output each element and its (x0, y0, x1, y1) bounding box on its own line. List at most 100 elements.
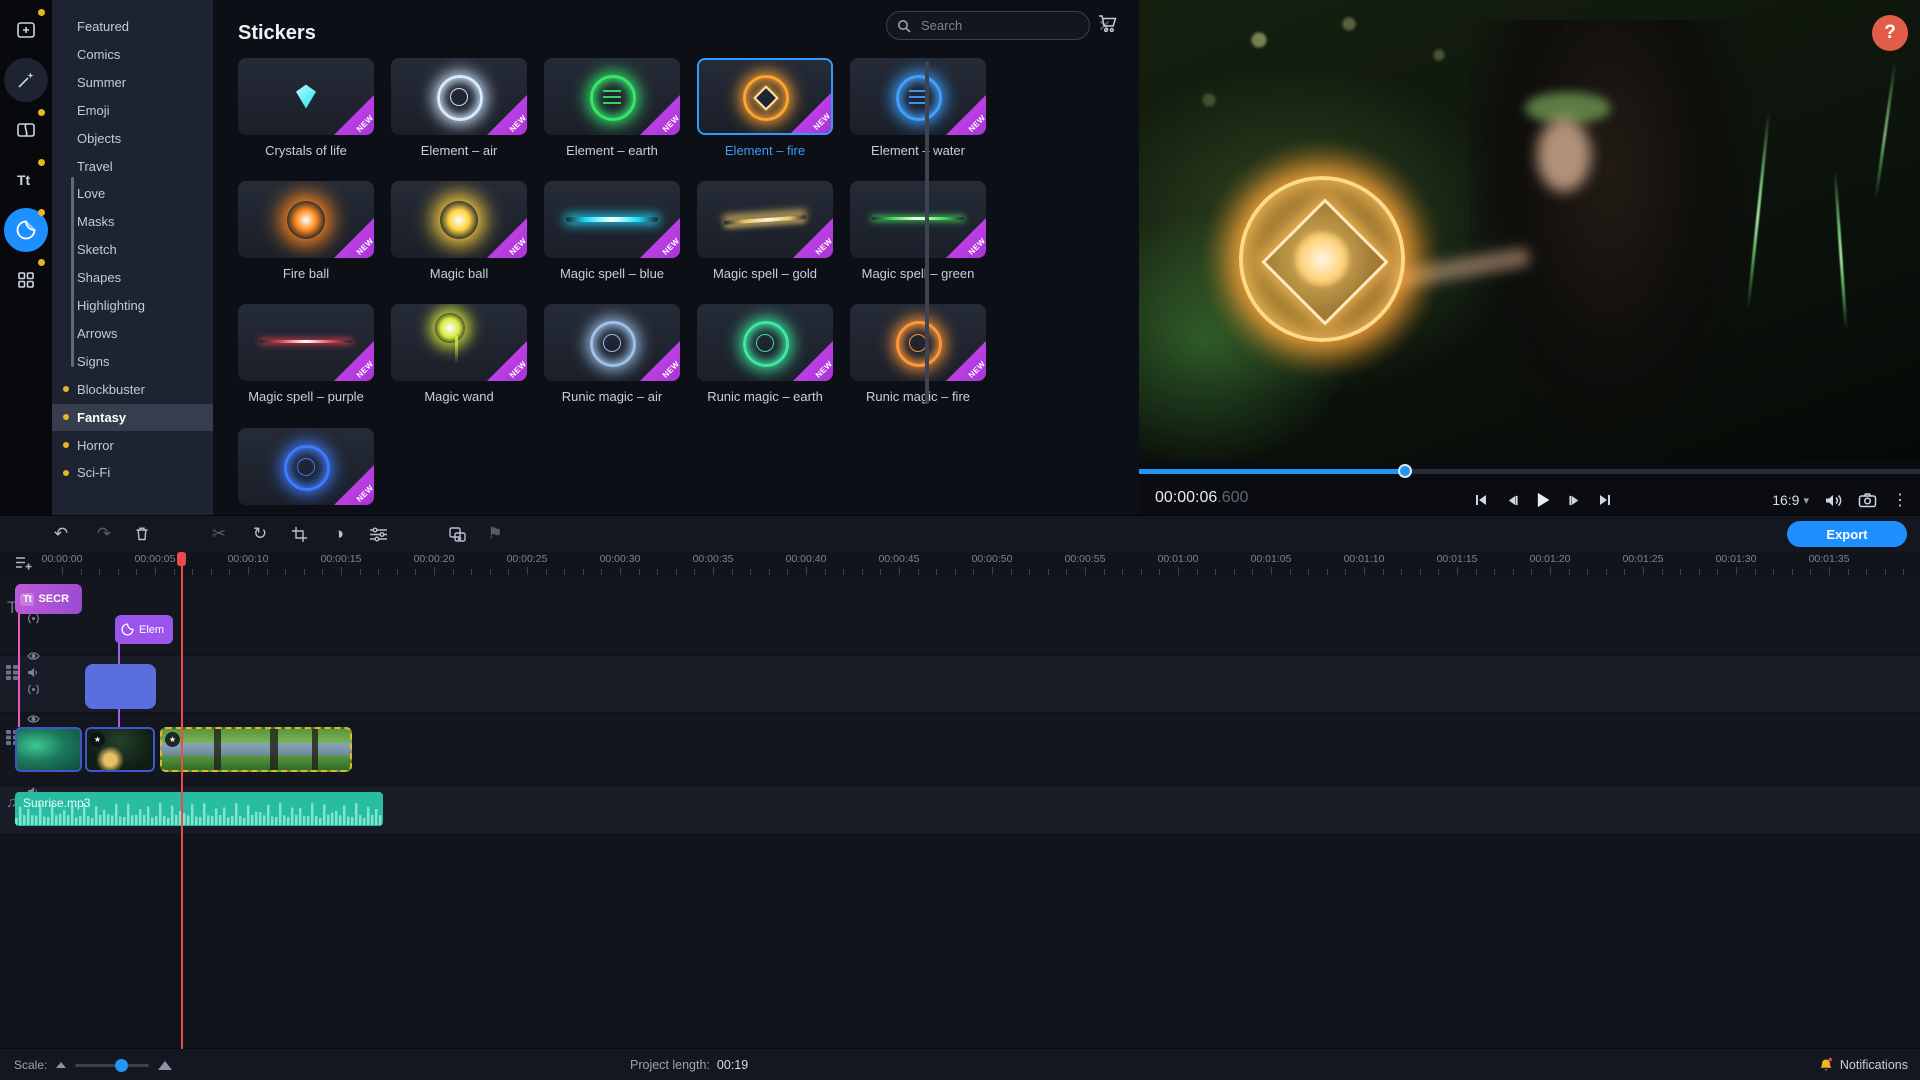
video-clip-2[interactable]: ★ (85, 727, 155, 772)
sticker-tile-spell-green[interactable]: NEW (850, 181, 986, 258)
category-item-featured[interactable]: Featured (52, 13, 213, 40)
tree-trunk (214, 729, 221, 770)
sticker-tile-element-air[interactable]: NEW (391, 58, 527, 135)
zoom-slider-handle[interactable] (115, 1058, 129, 1072)
aspect-ratio-select[interactable]: 16:9 ▾ (1772, 492, 1809, 508)
overlay-track-visibility-icon[interactable] (27, 651, 40, 661)
category-item-highlighting[interactable]: Highlighting (52, 292, 213, 319)
sticker-tile-element-water[interactable]: NEW (850, 58, 986, 135)
play-button[interactable] (1532, 489, 1554, 511)
volume-icon[interactable] (1824, 492, 1843, 509)
seek-bar[interactable] (1139, 464, 1920, 478)
rotate-button[interactable]: ↻ (246, 520, 274, 548)
category-item-love[interactable]: Love (52, 180, 213, 207)
sticker-label: Crystals of life (265, 143, 347, 158)
more-menu-icon[interactable]: ⋮ (1892, 490, 1908, 510)
category-item-comics[interactable]: Comics (52, 41, 213, 68)
zoom-in-icon[interactable] (158, 1060, 173, 1070)
sticker-tile-crystal[interactable]: NEW (238, 58, 374, 135)
video-track-visibility-icon[interactable] (27, 714, 40, 724)
category-item-blockbuster[interactable]: Blockbuster (52, 376, 213, 403)
category-item-summer[interactable]: Summer (52, 69, 213, 96)
sticker-tile-spell-blue[interactable]: NEW (544, 181, 680, 258)
sticker-tile-spell-purple[interactable]: NEW (238, 304, 374, 381)
category-item-signs[interactable]: Signs (52, 348, 213, 375)
playhead-line[interactable] (181, 554, 183, 1049)
sticker-tile-element-earth[interactable]: NEW (544, 58, 680, 135)
category-item-masks[interactable]: Masks (52, 208, 213, 235)
seek-handle[interactable] (1397, 464, 1412, 478)
tool-stickers-button[interactable] (4, 208, 48, 252)
split-scissors-button[interactable]: ✂ (205, 520, 233, 548)
sticker-label: Runic magic – fire (865, 389, 971, 404)
ruler-tick (359, 569, 361, 575)
tool-transitions-button[interactable] (4, 108, 48, 152)
sticker-tile-spell-gold[interactable]: NEW (697, 181, 833, 258)
previous-frame-button[interactable] (1501, 489, 1523, 511)
overlay-track-sync-icon[interactable] (27, 684, 40, 695)
export-button[interactable]: Export (1787, 521, 1907, 547)
category-item-emoji[interactable]: Emoji (52, 97, 213, 124)
clip-properties-button[interactable] (364, 520, 392, 548)
category-item-fantasy[interactable]: Fantasy (52, 403, 213, 431)
overlay-pip-button[interactable] (443, 520, 471, 548)
category-item-shapes[interactable]: Shapes (52, 264, 213, 291)
delete-button[interactable] (128, 520, 156, 548)
tool-titles-button[interactable]: Tt (4, 158, 48, 202)
sticker-tile-magic-ball[interactable]: NEW (391, 181, 527, 258)
sticker-tile-runic-water[interactable]: NEW (238, 428, 374, 505)
tool-filters-button[interactable] (4, 58, 48, 102)
color-adjustments-button[interactable]: ◑ (325, 520, 353, 548)
title-track-sync-icon[interactable] (27, 613, 40, 624)
category-item-travel[interactable]: Travel (52, 153, 213, 180)
video-preview[interactable]: ? (1139, 0, 1920, 462)
sticker-tile-element-fire[interactable]: NEW (697, 58, 833, 135)
stickers-scrollbar[interactable] (925, 61, 929, 404)
ruler-tick (545, 569, 547, 575)
search-box[interactable] (886, 11, 1110, 40)
ruler-tick (564, 569, 566, 575)
skip-start-button[interactable] (1470, 489, 1492, 511)
sticker-tile-magic-wand[interactable]: NEW (391, 304, 527, 381)
overlay-track-mute-icon[interactable] (27, 667, 39, 678)
audio-clip[interactable]: Sunrise.mp3 (15, 792, 383, 826)
undo-button[interactable]: ↶ (47, 520, 75, 548)
category-item-sketch[interactable]: Sketch (52, 236, 213, 263)
tool-media-button[interactable] (4, 8, 48, 52)
sticker-tile-fire-ball[interactable]: NEW (238, 181, 374, 258)
ruler-tick (248, 567, 249, 575)
next-frame-button[interactable] (1563, 489, 1585, 511)
zoom-out-icon[interactable] (56, 1062, 67, 1068)
redo-button[interactable]: ↷ (90, 520, 118, 548)
ruler-tick (1773, 569, 1775, 575)
search-input[interactable] (919, 17, 1099, 34)
help-button[interactable]: ? (1872, 15, 1908, 51)
overlay-clip[interactable] (85, 664, 156, 709)
timeline-ruler[interactable]: 00:00:00 00:00:05 00:00:10 00:00:15 00:00:20… (42, 552, 1920, 576)
store-cart-icon[interactable] (1097, 13, 1118, 34)
marker-flag-button[interactable]: ⚑ (481, 520, 509, 548)
skip-end-button[interactable] (1594, 489, 1616, 511)
category-item-objects[interactable]: Objects (52, 125, 213, 152)
playhead-handle[interactable] (177, 552, 186, 566)
sticker-tile-runic-earth[interactable]: NEW (697, 304, 833, 381)
snapshot-camera-icon[interactable] (1858, 492, 1877, 508)
sticker-tile-runic-fire[interactable]: NEW (850, 304, 986, 381)
ruler-tick (99, 569, 101, 575)
sticker-tile-runic-air[interactable]: NEW (544, 304, 680, 381)
category-item-sci-fi[interactable]: Sci-Fi (52, 459, 213, 486)
ruler-tick (322, 569, 324, 575)
notifications-button[interactable]: Notifications (1819, 1049, 1908, 1080)
ruler-tick (80, 569, 82, 575)
video-clip-1[interactable] (15, 727, 82, 772)
zoom-slider[interactable] (75, 1058, 150, 1072)
crop-button[interactable] (285, 520, 313, 548)
tool-more-tools-button[interactable] (4, 258, 48, 302)
track-options-icon[interactable] (15, 555, 33, 571)
title-clip[interactable]: Tt SECR (15, 584, 82, 614)
favorite-star-icon: ★ (90, 732, 105, 747)
category-item-horror[interactable]: Horror (52, 432, 213, 459)
sticker-clip[interactable]: Elem (115, 615, 173, 644)
video-clip-3[interactable]: ★ (160, 727, 352, 772)
category-item-arrows[interactable]: Arrows (52, 320, 213, 347)
